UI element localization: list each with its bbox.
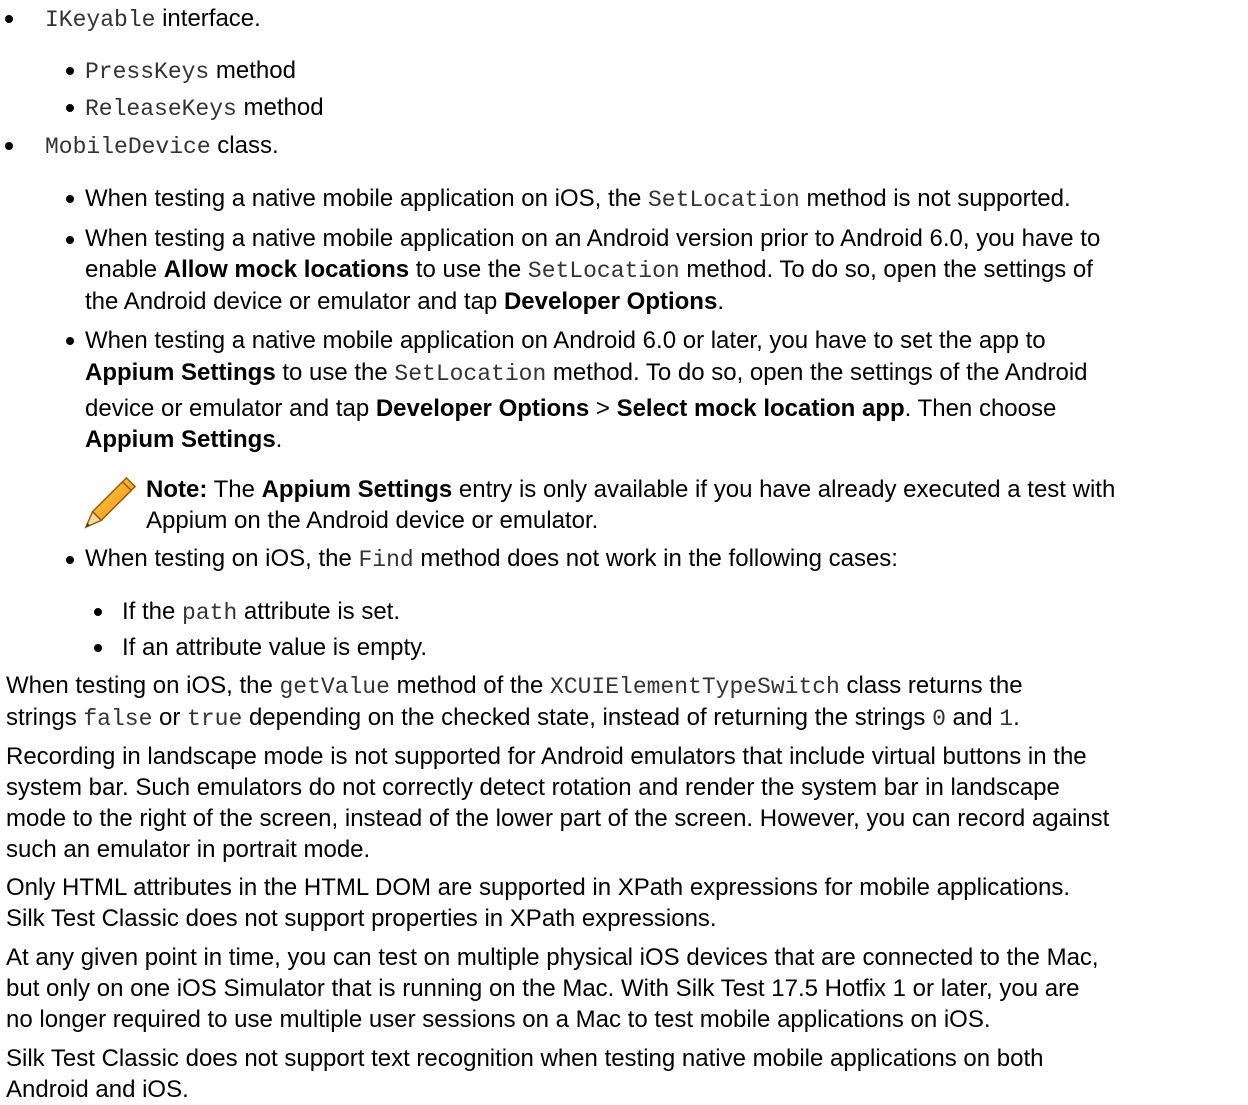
text-ikeyable: interface. <box>155 5 261 32</box>
paragraph-devices-line2: but only on one iOS Simulator that is ru… <box>6 975 1080 1002</box>
bullet-dot <box>66 337 74 345</box>
text: to use the <box>275 359 395 386</box>
bold-developer-options: Developer Options <box>375 395 590 422</box>
note-label: Note: <box>146 476 208 503</box>
list-item-setlocation-android-new-line4: Appium Settings. <box>85 424 282 455</box>
bullet-dot <box>66 236 74 244</box>
list-item-mobiledevice: MobileDevice class. <box>45 130 279 163</box>
list-item-find-path: If the path attribute is set. <box>122 596 400 629</box>
text: method. To do so, open the settings of <box>679 256 1093 283</box>
text: entry is only available if you have alre… <box>452 476 1116 503</box>
code-xcuielementtypeswitch: XCUIElementTypeSwitch <box>550 674 840 700</box>
paragraph-getvalue-line2: strings false or true depending on the c… <box>6 702 1020 735</box>
text: Appium on the Android device or emulator… <box>146 507 599 534</box>
text-releasekeys: method <box>236 94 324 121</box>
code-path: path <box>182 600 238 626</box>
text: When testing on iOS, the <box>6 672 280 699</box>
paragraph-landscape-line1: Recording in landscape mode is not suppo… <box>6 743 1087 770</box>
paragraph-devices-line3: no longer required to use multiple user … <box>6 1006 991 1033</box>
text: If an attribute value is empty. <box>122 634 428 661</box>
code-releasekeys: ReleaseKeys <box>85 96 237 122</box>
pencil-note-icon <box>84 476 137 529</box>
code-setlocation: SetLocation <box>527 258 680 284</box>
code-setlocation: SetLocation <box>394 361 547 387</box>
bullet-dot <box>94 644 102 652</box>
note-line1: Note: The Appium Settings entry is only … <box>146 474 1115 505</box>
bold-appium-settings: Appium Settings <box>261 476 453 503</box>
paragraph-xpath-line2: Silk Test Classic does not support prope… <box>6 905 717 932</box>
text: . <box>275 426 283 453</box>
text: When testing a native mobile application… <box>85 185 648 212</box>
paragraph-text-recognition-line2: Android and iOS. <box>6 1076 189 1103</box>
paragraph-landscape-line3: mode to the right of the screen, instead… <box>6 805 1110 832</box>
code-setlocation: SetLocation <box>648 187 800 213</box>
list-item-setlocation-ios: When testing a native mobile application… <box>85 183 1071 216</box>
text: . <box>1013 704 1020 731</box>
paragraph-devices-line1: At any given point in time, you can test… <box>6 944 1099 971</box>
text: enable <box>85 256 164 283</box>
text: method is not supported. <box>799 185 1071 212</box>
text: method. To do so, open the settings of t… <box>546 359 1088 386</box>
text: device or emulator and tap <box>85 395 376 422</box>
text: strings <box>6 704 84 731</box>
text: > <box>589 395 617 422</box>
list-item-setlocation-android-new-line2: Appium Settings to use the SetLocation m… <box>85 357 1088 390</box>
bold-allow-mock-locations: Allow mock locations <box>163 256 410 283</box>
code-one: 1 <box>999 706 1014 732</box>
text: If the <box>122 598 183 625</box>
paragraph-xpath-line1: Only HTML attributes in the HTML DOM are… <box>6 874 1071 901</box>
text: depending on the checked state, instead … <box>242 704 933 731</box>
text: to use the <box>409 256 528 283</box>
code-true: true <box>187 706 243 732</box>
list-item-setlocation-android-new-line3: device or emulator and tap Developer Opt… <box>85 393 1056 424</box>
note-line2: Appium on the Android device or emulator… <box>146 505 598 536</box>
bold-developer-options: Developer Options <box>503 288 718 315</box>
bullet-dot <box>66 67 74 75</box>
paragraph-landscape-line2: system bar. Such emulators do not correc… <box>6 774 1060 801</box>
bullet-dot <box>5 15 13 23</box>
list-item-setlocation-android-new-line1: When testing a native mobile application… <box>85 325 1046 356</box>
bullet-dot <box>5 142 13 150</box>
list-item-releasekeys: ReleaseKeys method <box>85 92 324 125</box>
text: When testing a native mobile application… <box>85 225 1101 252</box>
paragraph-landscape-line4: such an emulator in portrait mode. <box>6 836 371 863</box>
text: and <box>945 704 1000 731</box>
code-false: false <box>83 706 153 732</box>
paragraph-getvalue-line1: When testing on iOS, the getValue method… <box>6 670 1023 703</box>
text: When testing a native mobile application… <box>85 327 1046 354</box>
bold-select-mock-location-app: Select mock location app <box>616 395 905 422</box>
bullet-dot <box>66 556 74 564</box>
list-item-find-ios: When testing on iOS, the Find method doe… <box>85 543 898 576</box>
bold-appium-settings: Appium Settings <box>85 359 276 386</box>
code-mobiledevice: MobileDevice <box>45 134 211 160</box>
text: method of the <box>389 672 551 699</box>
code-presskeys: PressKeys <box>85 59 210 85</box>
text: class returns the <box>839 672 1023 699</box>
text: method does not work in the following ca… <box>413 545 898 572</box>
text-presskeys: method <box>209 57 296 84</box>
text-mobiledevice: class. <box>210 132 279 159</box>
bullet-dot <box>66 195 74 203</box>
bullet-dot <box>94 608 102 616</box>
list-item-presskeys: PressKeys method <box>85 55 296 88</box>
list-item-setlocation-android-old-line3: the Android device or emulator and tap D… <box>85 286 724 317</box>
code-ikeyable: IKeyable <box>45 7 156 33</box>
text: . Then choose <box>904 395 1057 422</box>
text: When testing on iOS, the <box>85 545 359 572</box>
list-item-setlocation-android-old-line2: enable Allow mock locations to use the S… <box>85 254 1093 287</box>
text: or <box>152 704 188 731</box>
text: attribute is set. <box>237 598 401 625</box>
code-zero: 0 <box>932 706 946 732</box>
text: the Android device or emulator and tap <box>85 288 504 315</box>
bullet-dot <box>66 104 74 112</box>
text: The <box>207 476 262 503</box>
list-item-setlocation-android-old-line1: When testing a native mobile application… <box>85 223 1100 254</box>
text: . <box>717 288 724 315</box>
list-item-find-empty: If an attribute value is empty. <box>122 632 427 663</box>
code-getvalue: getValue <box>279 674 390 700</box>
bold-appium-settings: Appium Settings <box>85 426 276 453</box>
code-find: Find <box>358 547 414 573</box>
paragraph-text-recognition-line1: Silk Test Classic does not support text … <box>6 1045 1044 1072</box>
list-item-ikeyable: IKeyable interface. <box>45 3 261 36</box>
